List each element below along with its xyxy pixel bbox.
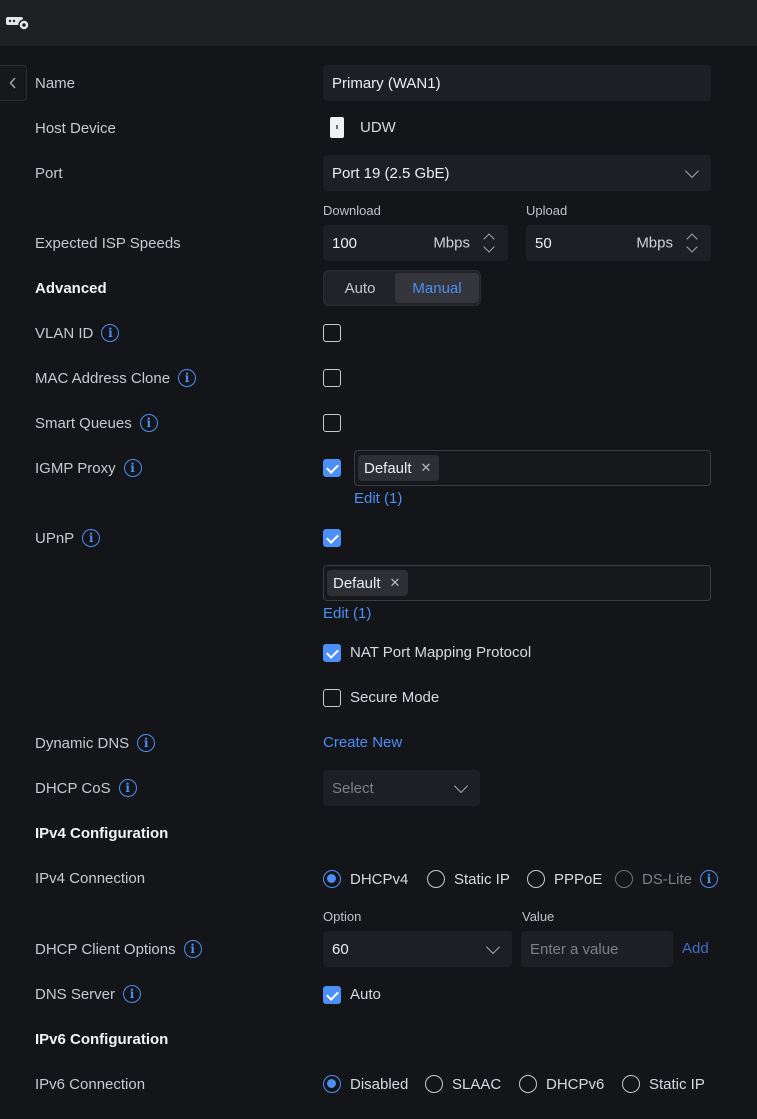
dns-auto-label: Auto [350, 986, 381, 1003]
host-device-value: UDW [360, 119, 396, 136]
port-select[interactable]: Port 19 (2.5 GbE) [323, 155, 711, 191]
advanced-toggle: Auto Manual [323, 270, 481, 306]
ipv4-section-heading: IPv4 Configuration [35, 824, 169, 842]
download-speed-input[interactable]: 100 Mbps [323, 225, 508, 261]
port-label: Port [35, 164, 63, 182]
nat-pmp-checkbox[interactable] [323, 644, 341, 662]
info-icon[interactable]: i [123, 459, 142, 477]
upload-unit: Mbps [636, 234, 673, 252]
radio-disabled[interactable] [323, 1075, 341, 1093]
radio-dhcpv4-label: DHCPv4 [350, 871, 409, 888]
ipv6-connection-label: IPv6 Connection [35, 1075, 146, 1093]
radio-ds-lite[interactable] [615, 870, 633, 888]
value-label: Value [522, 909, 555, 924]
isp-speeds-label: Expected ISP Speeds [35, 234, 181, 252]
name-input[interactable]: Primary (WAN1) [323, 65, 711, 101]
upnp-edit-link[interactable]: Edit (1) [323, 605, 371, 622]
ipv4-connection-label: IPv4 Connection [35, 869, 146, 887]
top-bar [0, 0, 757, 46]
dhcp-option-select[interactable]: 60 [323, 931, 512, 967]
upnp-checkbox[interactable] [323, 529, 341, 547]
remove-tag-icon[interactable]: ✕ [390, 575, 401, 591]
chevron-left-icon [9, 77, 16, 89]
chevron-down-icon [485, 939, 501, 955]
radio-pppoe[interactable] [527, 870, 545, 888]
network-tag: Default ✕ [358, 455, 440, 481]
vlan-id-checkbox[interactable] [323, 324, 341, 342]
radio-slaac[interactable] [425, 1075, 443, 1093]
vlan-id-label: VLAN ID i [35, 322, 120, 344]
option-label: Option [323, 909, 362, 924]
download-stepper[interactable] [482, 230, 496, 256]
radio-disabled-label: Disabled [350, 1076, 409, 1093]
ipv6-section-heading: IPv6 Configuration [35, 1030, 169, 1048]
device-icon [330, 117, 344, 138]
secure-mode-checkbox[interactable] [323, 689, 341, 707]
chevron-down-icon [453, 778, 469, 794]
radio-dhcpv4[interactable] [323, 870, 341, 888]
mac-clone-checkbox[interactable] [323, 369, 341, 387]
igmp-network-select[interactable]: Default ✕ [354, 450, 711, 486]
igmp-proxy-checkbox[interactable] [323, 459, 341, 477]
mac-clone-label: MAC Address Clone i [35, 367, 197, 389]
dns-auto-checkbox[interactable] [323, 986, 341, 1004]
radio-dhcpv6[interactable] [519, 1075, 537, 1093]
dhcp-value-input[interactable]: Enter a value [521, 931, 673, 967]
info-icon[interactable]: i [123, 985, 142, 1003]
nat-pmp-label: NAT Port Mapping Protocol [350, 644, 532, 661]
remove-tag-icon[interactable]: ✕ [421, 460, 432, 476]
upnp-network-select[interactable]: Default ✕ [323, 565, 711, 601]
upload-label: Upload [526, 203, 568, 218]
create-new-link[interactable]: Create New [323, 734, 402, 751]
radio-ipv6-static-ip-label: Static IP [649, 1076, 705, 1093]
router-settings-icon[interactable] [5, 11, 31, 33]
dhcp-cos-select[interactable]: Select [323, 770, 480, 806]
upnp-label: UPnP i [35, 527, 101, 549]
radio-dhcpv6-label: DHCPv6 [546, 1076, 605, 1093]
advanced-auto-option[interactable]: Auto [326, 273, 394, 303]
download-label: Download [323, 203, 381, 218]
collapse-panel-button[interactable] [0, 65, 27, 101]
dhcp-client-options-label: DHCP Client Options i [35, 938, 202, 960]
dns-server-label: DNS Server i [35, 983, 142, 1005]
info-icon[interactable]: i [118, 779, 137, 797]
radio-pppoe-label: PPPoE [554, 871, 603, 888]
upload-stepper[interactable] [685, 230, 699, 256]
dynamic-dns-label: Dynamic DNS i [35, 732, 156, 754]
name-label: Name [35, 74, 76, 92]
info-icon[interactable]: i [178, 369, 197, 387]
dhcp-cos-label: DHCP CoS i [35, 777, 137, 799]
smart-queues-label: Smart Queues i [35, 412, 158, 434]
radio-ipv6-static-ip[interactable] [622, 1075, 640, 1093]
radio-static-ip-label: Static IP [454, 871, 510, 888]
secure-mode-label: Secure Mode [350, 689, 440, 706]
add-option-button[interactable]: Add [682, 940, 709, 957]
info-icon[interactable]: i [82, 529, 101, 547]
igmp-proxy-label: IGMP Proxy i [35, 457, 142, 479]
advanced-label: Advanced [35, 279, 107, 297]
radio-ds-lite-label: DS-Lite [642, 871, 693, 888]
smart-queues-checkbox[interactable] [323, 414, 341, 432]
radio-slaac-label: SLAAC [452, 1076, 502, 1093]
igmp-edit-link[interactable]: Edit (1) [354, 490, 402, 507]
info-icon[interactable]: i [101, 324, 120, 342]
network-tag: Default ✕ [327, 570, 409, 596]
download-unit: Mbps [433, 234, 470, 252]
info-icon[interactable]: i [700, 870, 718, 888]
host-device-label: Host Device [35, 119, 116, 137]
upload-speed-input[interactable]: 50 Mbps [526, 225, 711, 261]
info-icon[interactable]: i [137, 734, 156, 752]
radio-static-ip[interactable] [427, 870, 445, 888]
info-icon[interactable]: i [139, 414, 158, 432]
info-icon[interactable]: i [183, 940, 202, 958]
chevron-down-icon [684, 163, 700, 179]
advanced-manual-option[interactable]: Manual [395, 273, 479, 303]
